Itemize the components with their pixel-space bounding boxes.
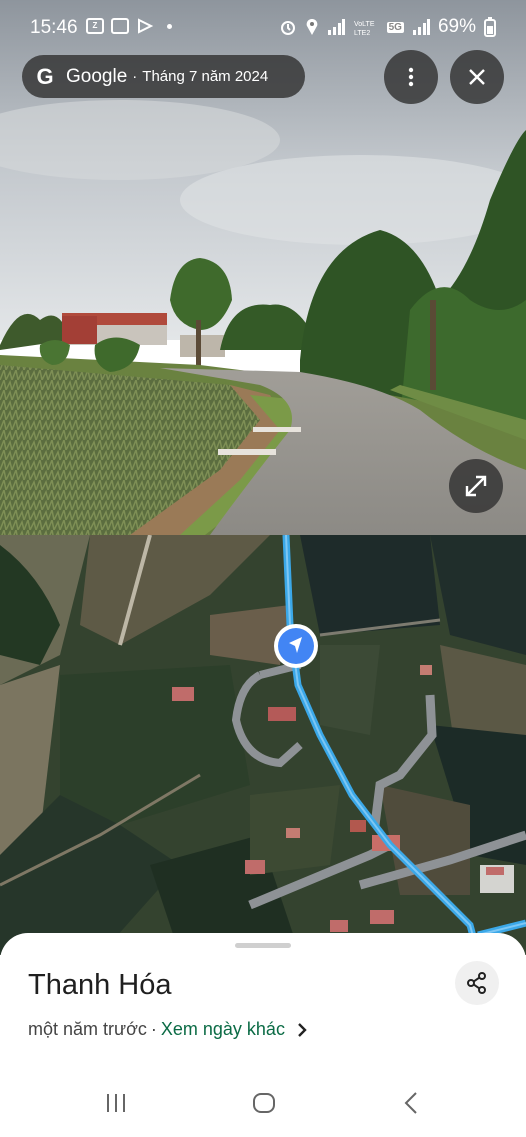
expand-button[interactable] <box>449 459 503 513</box>
back-icon[interactable] <box>400 1091 424 1115</box>
expand-icon <box>465 475 487 497</box>
battery-icon <box>484 17 496 37</box>
place-name: Thanh Hóa <box>28 969 172 1001</box>
status-right-icons: VoLTE LTE2 5G 69% <box>279 16 496 38</box>
imagery-info-pill[interactable]: G Google · Tháng 7 năm 2024 <box>22 55 305 98</box>
svg-text:LTE2: LTE2 <box>354 30 370 36</box>
5g-icon: 5G <box>386 21 404 33</box>
close-button[interactable] <box>450 50 504 104</box>
recents-icon[interactable] <box>104 1091 128 1115</box>
google-g-logo: G <box>36 63 54 89</box>
satellite-map[interactable] <box>0 535 526 955</box>
gallery-icon <box>111 18 129 34</box>
volte-icon: VoLTE LTE2 <box>354 21 375 36</box>
more-options-button[interactable] <box>384 50 438 104</box>
street-view-panorama[interactable]: 15:46 Z VoLTE LTE2 5G 69% G Google · Thán… <box>0 0 526 535</box>
brand-name: Google <box>66 65 128 87</box>
place-info-sheet[interactable]: Thanh Hóa một năm trước · Xem ngày khác <box>0 933 526 1137</box>
more-vert-icon <box>408 67 414 87</box>
capture-date: Tháng 7 năm 2024 <box>142 68 269 85</box>
satellite-map-image <box>0 535 526 955</box>
close-icon <box>469 69 485 85</box>
capture-info-row: một năm trước · Xem ngày khác <box>28 1019 307 1040</box>
signal-icon <box>327 19 345 35</box>
time-ago-label: một năm trước <box>28 1019 147 1039</box>
share-icon <box>467 972 486 994</box>
system-navigation-bar <box>0 1073 526 1137</box>
chevron-right-icon[interactable] <box>297 1022 307 1038</box>
status-left-icons: Z <box>86 18 172 34</box>
location-marker-icon[interactable] <box>273 623 319 669</box>
battery-level: 69% <box>437 16 476 37</box>
alarm-icon <box>280 21 295 35</box>
status-bar: 15:46 Z VoLTE LTE2 5G 69% <box>0 0 526 56</box>
sub-separator: · <box>150 1019 157 1039</box>
sheet-drag-handle[interactable] <box>235 943 291 948</box>
signal-icon <box>412 19 430 35</box>
home-icon[interactable] <box>252 1091 276 1115</box>
dot-icon <box>167 23 172 29</box>
title-separator: · <box>132 68 138 85</box>
share-button[interactable] <box>455 961 499 1005</box>
play-icon <box>138 18 154 34</box>
zalo-icon: Z <box>86 18 104 34</box>
location-icon <box>306 19 317 35</box>
svg-text:VoLTE: VoLTE <box>354 21 375 28</box>
status-time: 15:46 <box>30 17 78 38</box>
see-other-dates-link[interactable]: Xem ngày khác <box>161 1019 285 1040</box>
